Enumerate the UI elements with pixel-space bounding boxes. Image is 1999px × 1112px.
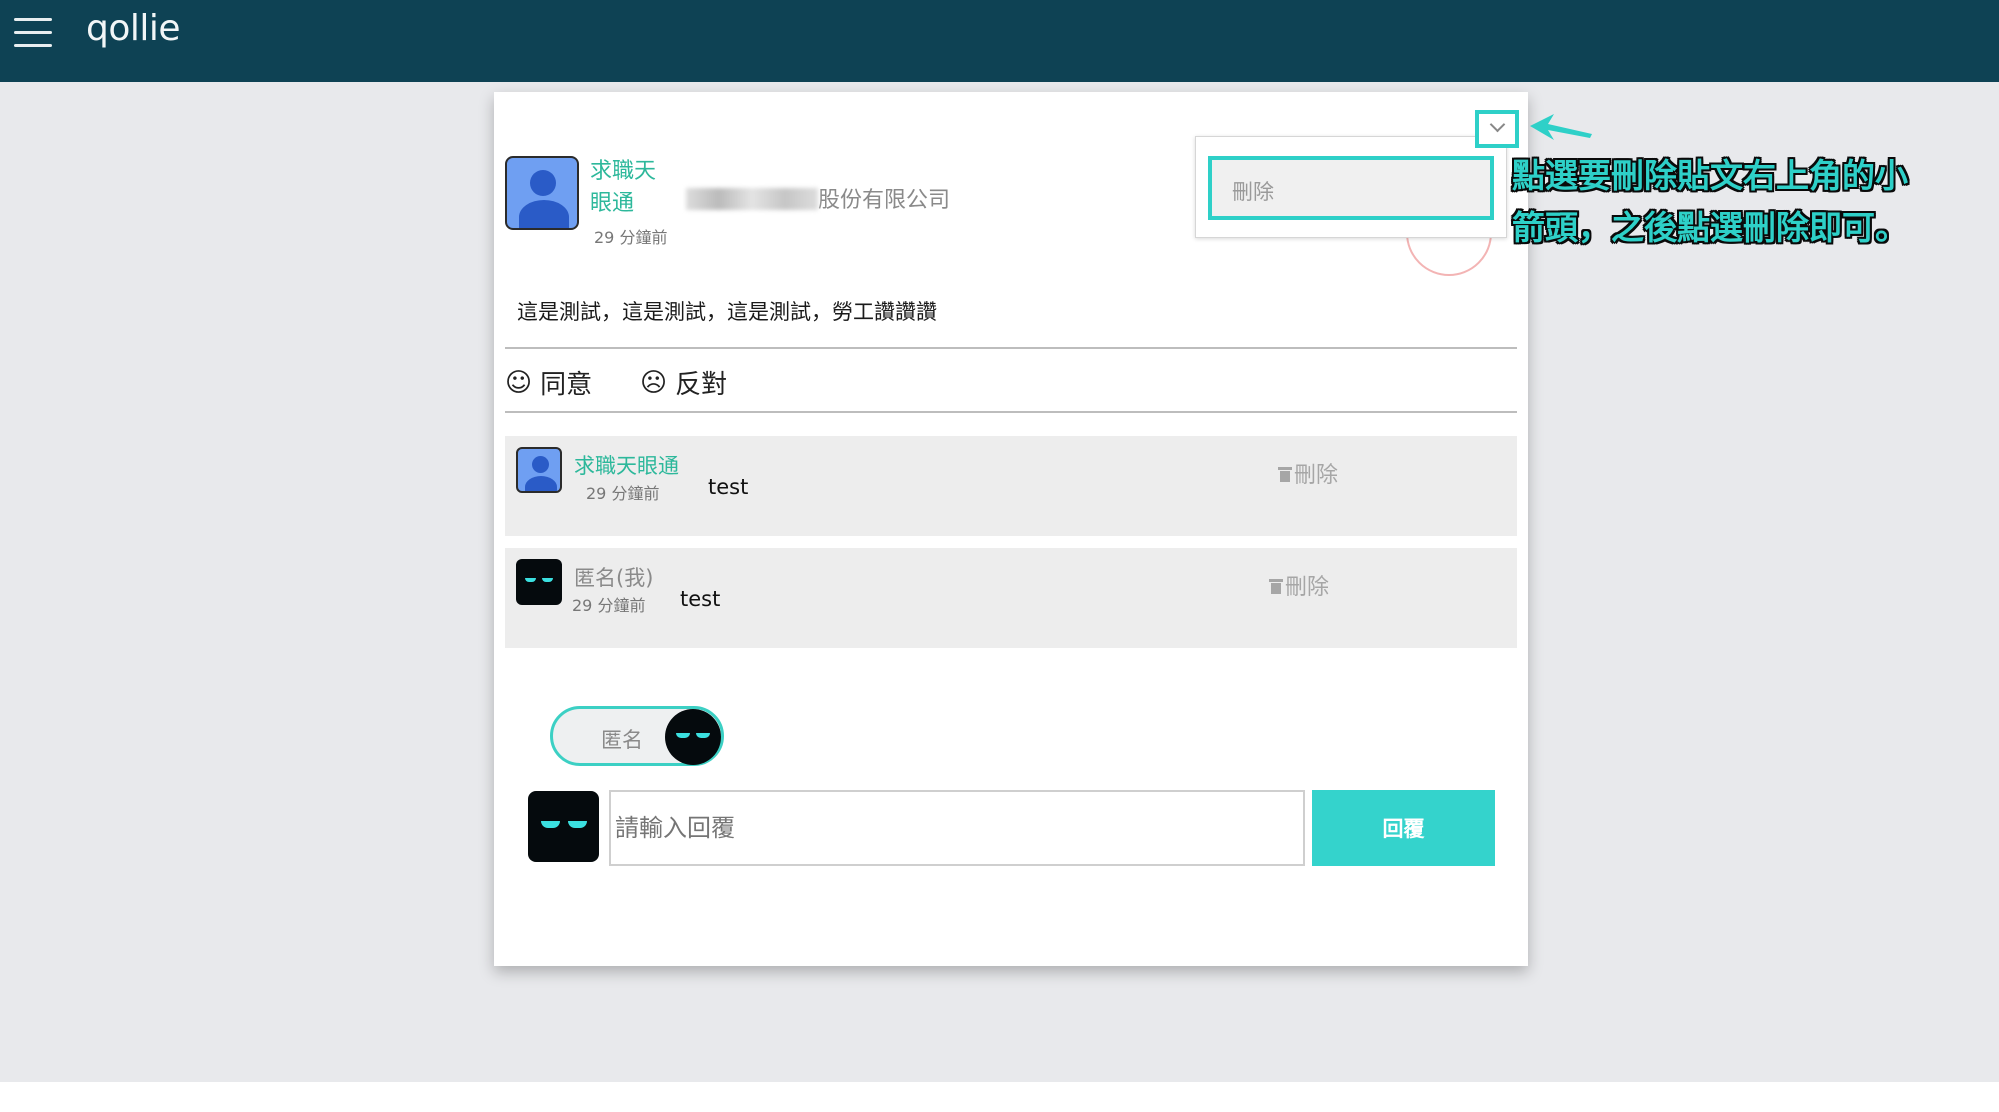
post-timestamp: 29 分鐘前 bbox=[594, 228, 668, 247]
annotation-arrow-icon bbox=[1530, 114, 1592, 140]
reply-avatar bbox=[528, 791, 599, 862]
comment-item bbox=[505, 548, 1517, 648]
anonymous-avatar bbox=[516, 559, 562, 605]
divider bbox=[505, 411, 1517, 413]
delete-post-option[interactable]: 刪除 bbox=[1208, 156, 1494, 220]
agree-button[interactable]: ☺ 同意 bbox=[505, 364, 592, 401]
agree-label: 同意 bbox=[540, 370, 593, 400]
comment-text: test bbox=[680, 587, 721, 611]
redacted-company bbox=[686, 188, 818, 210]
post-body: 這是測試，這是測試，這是測試，勞工讚讚讚 bbox=[517, 300, 937, 324]
comment-delete-button[interactable]: 刪除 bbox=[1278, 457, 1338, 489]
divider bbox=[505, 347, 1517, 349]
post-author-avatar bbox=[505, 156, 579, 230]
menu-icon[interactable] bbox=[14, 18, 52, 48]
app-logo[interactable]: qollie bbox=[86, 8, 181, 49]
smile-icon: ☺ bbox=[505, 367, 533, 398]
anonymous-toggle[interactable]: 匿名 bbox=[550, 706, 724, 766]
comment-timestamp: 29 分鐘前 bbox=[572, 596, 646, 615]
anonymous-toggle-label: 匿名 bbox=[601, 728, 643, 752]
comment-timestamp: 29 分鐘前 bbox=[586, 484, 660, 503]
frown-icon: ☹ bbox=[640, 367, 668, 398]
post-author-name[interactable]: 求職天 眼通 bbox=[590, 156, 670, 220]
comment-avatar bbox=[516, 447, 562, 493]
comment-author: 匿名(我) bbox=[574, 566, 654, 590]
comment-text: test bbox=[708, 475, 749, 499]
reply-input[interactable] bbox=[609, 790, 1305, 866]
trash-icon bbox=[1278, 464, 1292, 482]
company-name: 股份有限公司 bbox=[686, 182, 950, 214]
top-navbar: qollie bbox=[0, 0, 1999, 82]
comment-delete-button[interactable]: 刪除 bbox=[1269, 569, 1329, 601]
tutorial-annotation: 點選要刪除貼文右上角的小 箭頭，之後點選刪除即可。 bbox=[1512, 156, 1908, 247]
disagree-button[interactable]: ☹ 反對 bbox=[640, 364, 727, 401]
anonymous-avatar bbox=[665, 709, 721, 765]
chevron-down-icon bbox=[1489, 116, 1506, 133]
disagree-label: 反對 bbox=[675, 370, 728, 400]
comment-author[interactable]: 求職天眼通 bbox=[574, 450, 679, 480]
post-options-toggle[interactable] bbox=[1475, 110, 1519, 148]
reply-submit-button[interactable]: 回覆 bbox=[1312, 790, 1495, 866]
trash-icon bbox=[1269, 576, 1283, 594]
